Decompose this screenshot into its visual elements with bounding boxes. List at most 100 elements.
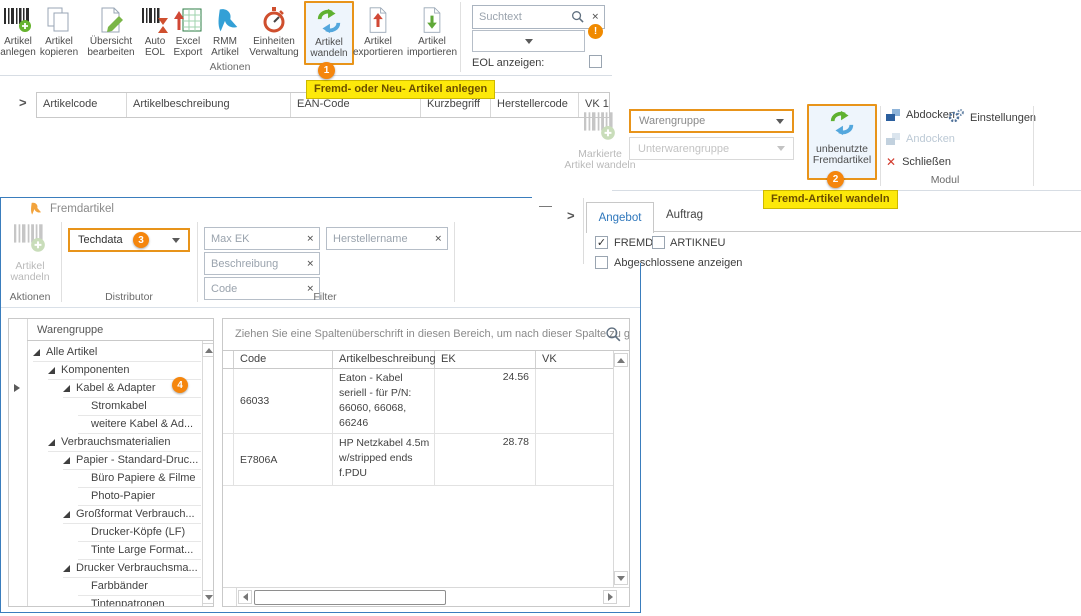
ribbon-group-modul: Modul [900, 174, 990, 186]
artikel-wandeln-button[interactable]: Artikelwandeln [304, 1, 354, 65]
artikel-kopieren-button[interactable]: Artikelkopieren [36, 2, 82, 64]
artikel-importieren-button[interactable]: Artikelimportieren [406, 2, 458, 64]
einheiten-verwaltung-button[interactable]: EinheitenVerwaltung [244, 2, 304, 64]
fw-artikel-wandeln-button: Artikelwandeln [2, 222, 58, 283]
rmm-artikel-button[interactable]: RMMArtikel [206, 2, 244, 64]
distributor-dropdown[interactable]: Techdata [68, 228, 190, 252]
scroll-up-button[interactable] [202, 343, 214, 357]
window-border-right [640, 263, 641, 613]
scroll-right-button[interactable] [603, 590, 617, 604]
edit-document-icon [97, 2, 125, 34]
tabstrip-divider [586, 231, 1081, 232]
barcode-add-icon-disabled [578, 129, 622, 146]
search-input[interactable] [473, 6, 604, 28]
schliessen-button[interactable]: ✕Schließen [886, 156, 951, 168]
row-expander-icon[interactable]: > [567, 208, 575, 223]
tree-item-grossformat[interactable]: Großformat Verbrauch... [63, 505, 201, 524]
clear-icon[interactable]: ✕ [434, 233, 442, 244]
application-window: Artikelanlegen Artikelkopieren Übersicht… [0, 0, 1081, 616]
cell-beschreibung: Eaton - Kabel seriell - für P/N: 66060, … [333, 369, 435, 433]
clear-icon[interactable]: ✕ [306, 233, 314, 244]
expand-icon[interactable] [63, 385, 70, 392]
fremd-checkbox[interactable]: ✓ [595, 236, 608, 249]
abgeschlossene-checkbox[interactable] [595, 256, 608, 269]
filter-herstellername-input[interactable] [327, 228, 447, 249]
tree-item-drucker-koepfe[interactable]: Drucker-Köpfe (LF) [78, 523, 201, 542]
window-border-bottom [0, 612, 641, 613]
column-header-beschreibung[interactable]: Artikelbeschreibung [333, 351, 435, 368]
search-icon[interactable] [605, 326, 621, 347]
einstellungen-button[interactable]: Einstellungen [948, 109, 1036, 126]
table-row[interactable]: 66033 Eaton - Kabel seriell - für P/N: 6… [223, 369, 613, 434]
tree-item-buero-papiere[interactable]: Büro Papiere & Filme [78, 469, 201, 488]
tree-item-alle-artikel[interactable]: Alle Artikel [33, 343, 201, 362]
clear-icon[interactable]: ✕ [306, 258, 314, 269]
expand-icon[interactable] [63, 457, 70, 464]
fremdartikel-grid-panel: Ziehen Sie eine Spaltenüberschrift in di… [222, 318, 630, 607]
search-box: ✕ [472, 5, 605, 29]
column-header-vk[interactable]: VK [536, 351, 613, 368]
warengruppe-dropdown[interactable]: Warengruppe [629, 109, 794, 133]
tree-item-tinte-large-format[interactable]: Tinte Large Format... [78, 541, 201, 560]
convert-arrows-icon [314, 3, 344, 35]
filter-max-ek-input[interactable] [205, 228, 319, 249]
unused-fremdartikel-button[interactable]: unbenutzteFremdartikel [807, 104, 877, 180]
tree-item-tintenpatronen[interactable]: Tintenpatronen [78, 595, 201, 607]
artikel-anlegen-button[interactable]: Artikelanlegen [0, 2, 36, 64]
groupby-bar[interactable]: Ziehen Sie eine Spaltenüberschrift in di… [223, 319, 629, 351]
filter-beschreibung-input[interactable] [205, 253, 319, 274]
tab-auftrag[interactable]: Auftrag [666, 209, 703, 221]
barcode-add-icon [3, 2, 33, 34]
cell-ek: 24.56 [435, 369, 536, 433]
scroll-up-button[interactable] [614, 353, 628, 367]
grid-hscrollbar[interactable] [223, 587, 629, 606]
eol-anzeigen-checkbox[interactable] [589, 55, 602, 68]
copy-icon [45, 2, 73, 34]
expand-icon[interactable] [48, 439, 55, 446]
tree-item-papier-standard[interactable]: Papier - Standard-Druc... [63, 451, 201, 470]
auto-eol-button[interactable]: AutoEOL [140, 2, 170, 64]
expand-icon[interactable] [63, 565, 70, 572]
tree-item-drucker-verbrauch[interactable]: Drucker Verbrauchsma... [63, 559, 201, 578]
scroll-down-button[interactable] [614, 571, 628, 585]
tree-item-stromkabel[interactable]: Stromkabel [78, 397, 201, 416]
tree-item-weitere-kabel[interactable]: weitere Kabel & Ad... [78, 415, 201, 434]
tab-angebot[interactable]: Angebot [586, 202, 654, 233]
tree-item-farbbaender[interactable]: Farbbänder [78, 577, 201, 596]
cell-vk [536, 369, 613, 433]
tooltip-convert-article: Fremd-Artikel wandeln [763, 190, 898, 209]
expand-icon[interactable] [48, 367, 55, 374]
scroll-down-button[interactable] [202, 590, 214, 604]
search-clear-icon[interactable]: ✕ [591, 12, 599, 23]
excel-export-button[interactable]: ExcelExport [170, 2, 206, 64]
column-header-ek[interactable]: EK [435, 351, 536, 368]
column-header-code[interactable]: Code [234, 351, 333, 368]
artikel-exportieren-button[interactable]: Artikelexportieren [350, 2, 406, 64]
chevron-down-icon [172, 238, 180, 243]
table-row[interactable]: E7806A HP Netzkabel 4.5m w/stripped ends… [223, 434, 613, 486]
tree-header[interactable]: Warengruppe [27, 319, 214, 341]
grid-row-expander-icon[interactable]: > [19, 95, 27, 110]
grid-vscrollbar[interactable] [613, 351, 630, 587]
tree-item-verbrauchsmaterialien[interactable]: Verbrauchsmaterialien [48, 433, 201, 452]
marked-convert-button[interactable]: MarkierteArtikel wandeln [560, 110, 640, 171]
step-badge-2: 2 [827, 171, 844, 188]
tree-item-photo-papier[interactable]: Photo-Papier [78, 487, 201, 506]
expand-icon[interactable] [63, 511, 70, 518]
minimize-icon[interactable]: — [539, 198, 552, 213]
abgeschlossene-label: Abgeschlossene anzeigen [614, 257, 742, 269]
expand-icon[interactable] [33, 349, 40, 356]
hscroll-thumb[interactable] [254, 590, 446, 605]
search-icon[interactable] [571, 10, 584, 28]
tree-scrollbar[interactable] [202, 341, 214, 606]
cell-beschreibung: HP Netzkabel 4.5m w/stripped ends f.PDU [333, 434, 435, 485]
unterwarengruppe-dropdown: Unterwarengruppe [629, 137, 794, 160]
uebersicht-bearbeiten-button[interactable]: Übersichtbearbeiten [82, 2, 140, 64]
window-border-top [0, 197, 532, 198]
scroll-left-button[interactable] [238, 590, 252, 604]
search-field-dropdown[interactable] [472, 30, 585, 52]
abdocken-button[interactable]: Abdocken [886, 109, 955, 121]
artikneu-checkbox[interactable] [652, 236, 665, 249]
column-header-artikelcode[interactable]: Artikelcode [37, 93, 127, 117]
column-header-artikelbeschreibung[interactable]: Artikelbeschreibung [127, 93, 291, 117]
